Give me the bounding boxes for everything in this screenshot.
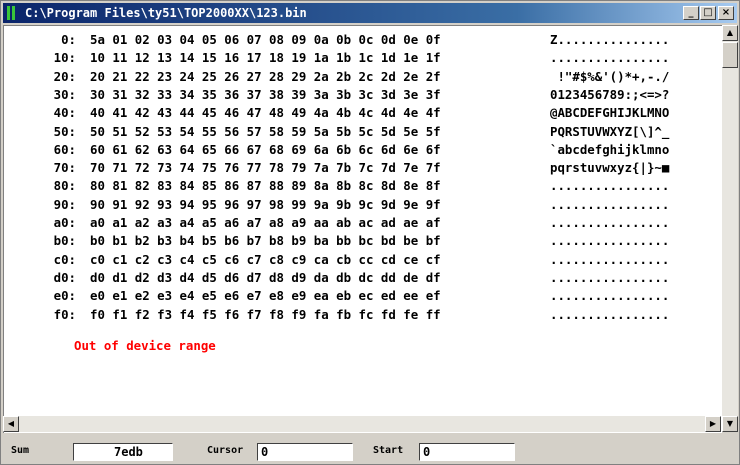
row-bytes[interactable]: d0 d1 d2 d3 d4 d5 d6 d7 d8 d9 da db dc d… [90,270,441,285]
scroll-thumb[interactable] [722,42,738,68]
status-bar: Sum 7edb Cursor 0 Start 0 [1,441,739,463]
row-bytes[interactable]: c0 c1 c2 c3 c4 c5 c6 c7 c8 c9 ca cb cc c… [90,252,441,267]
row-bytes[interactable]: 40 41 42 43 44 45 46 47 48 49 4a 4b 4c 4… [90,105,441,120]
row-bytes[interactable]: 90 91 92 93 94 95 96 97 98 99 9a 9b 9c 9… [90,197,441,212]
window-title: C:\Program Files\ty51\TOP2000XX\123.bin [25,6,307,20]
scroll-right-arrow-icon[interactable]: ▶ [705,416,721,432]
row-address: 0: [61,32,76,47]
vertical-scrollbar[interactable]: ▲ ▼ [722,25,738,432]
row-ascii[interactable]: !"#$%&'()*+,-./ [550,69,669,84]
scroll-down-arrow-icon[interactable]: ▼ [722,416,738,432]
row-bytes[interactable]: 20 21 22 23 24 25 26 27 28 29 2a 2b 2c 2… [90,69,441,84]
start-field[interactable]: 0 [419,443,515,461]
row-bytes[interactable]: b0 b1 b2 b3 b4 b5 b6 b7 b8 b9 ba bb bc b… [90,233,441,248]
row-ascii[interactable]: ................ [550,178,669,193]
row-ascii[interactable]: @ABCDEFGHIJKLMNO [550,105,669,120]
row-bytes[interactable]: 60 61 62 63 64 65 66 67 68 69 6a 6b 6c 6… [90,142,441,157]
row-bytes[interactable]: 30 31 32 33 34 35 36 37 38 39 3a 3b 3c 3… [90,87,441,102]
cursor-field[interactable]: 0 [257,443,353,461]
row-bytes[interactable]: 5a 01 02 03 04 05 06 07 08 09 0a 0b 0c 0… [90,32,441,47]
row-bytes[interactable]: 50 51 52 53 54 55 56 57 58 59 5a 5b 5c 5… [90,124,441,139]
scroll-up-arrow-icon[interactable]: ▲ [722,25,738,41]
row-ascii[interactable]: 0123456789:;<=>? [550,87,669,102]
row-address: 20: [53,68,76,84]
row-address: 30: [53,86,76,102]
row-address: b0: [53,233,76,249]
row-address: e0: [53,288,76,304]
row-address: d0: [53,269,76,285]
row-bytes[interactable]: a0 a1 a2 a3 a4 a5 a6 a7 a8 a9 aa ab ac a… [90,215,441,230]
minimize-button[interactable]: _ [683,6,699,20]
row-ascii[interactable]: `abcdefghijklmno [550,142,669,157]
row-ascii[interactable]: ................ [550,252,669,267]
row-ascii[interactable]: Z............... [550,32,669,47]
row-bytes[interactable]: 10 11 12 13 14 15 16 17 18 19 1a 1b 1c 1… [90,50,441,65]
row-ascii[interactable]: ................ [550,50,669,65]
row-address: 60: [53,141,76,157]
error-message: Out of device range [74,338,216,353]
app-icon [7,6,19,20]
row-ascii[interactable]: ................ [550,197,669,212]
row-bytes[interactable]: 80 81 82 83 84 85 86 87 88 89 8a 8b 8c 8… [90,178,441,193]
maximize-button[interactable]: □ [700,6,716,20]
cursor-label: Cursor [207,445,244,456]
sum-field: 7edb [73,443,173,461]
row-bytes[interactable]: 70 71 72 73 74 75 76 77 78 79 7a 7b 7c 7… [90,160,441,175]
start-label: Start [373,445,404,456]
sum-label: Sum [11,445,30,456]
row-bytes[interactable]: f0 f1 f2 f3 f4 f5 f6 f7 f8 f9 fa fb fc f… [90,307,441,322]
row-address: 10: [53,50,76,66]
hex-view[interactable]: 0: 5a 01 02 03 04 05 06 07 08 09 0a 0b 0c… [3,25,722,433]
row-address: 70: [53,160,76,176]
row-ascii[interactable]: ................ [550,307,669,322]
row-address: f0: [53,306,76,322]
row-ascii[interactable]: ................ [550,288,669,303]
scroll-left-arrow-icon[interactable]: ◀ [3,416,19,432]
horizontal-scrollbar[interactable]: ◀ ▶ [3,416,721,432]
title-bar[interactable]: C:\Program Files\ty51\TOP2000XX\123.bin … [3,3,737,23]
row-ascii[interactable]: ................ [550,215,669,230]
row-address: 50: [53,123,76,139]
row-address: c0: [53,251,76,267]
hex-editor-window: C:\Program Files\ty51\TOP2000XX\123.bin … [0,0,740,465]
row-ascii[interactable]: ................ [550,233,669,248]
row-ascii[interactable]: ................ [550,270,669,285]
row-bytes[interactable]: e0 e1 e2 e3 e4 e5 e6 e7 e8 e9 ea eb ec e… [90,288,441,303]
row-ascii[interactable]: PQRSTUVWXYZ[\]^_ [550,124,669,139]
row-ascii[interactable]: pqrstuvwxyz{|}~■ [550,160,669,175]
row-address: 90: [53,196,76,212]
row-address: 40: [53,105,76,121]
close-button[interactable]: × [718,6,734,20]
row-address: a0: [53,215,76,230]
row-address: 80: [53,178,76,194]
